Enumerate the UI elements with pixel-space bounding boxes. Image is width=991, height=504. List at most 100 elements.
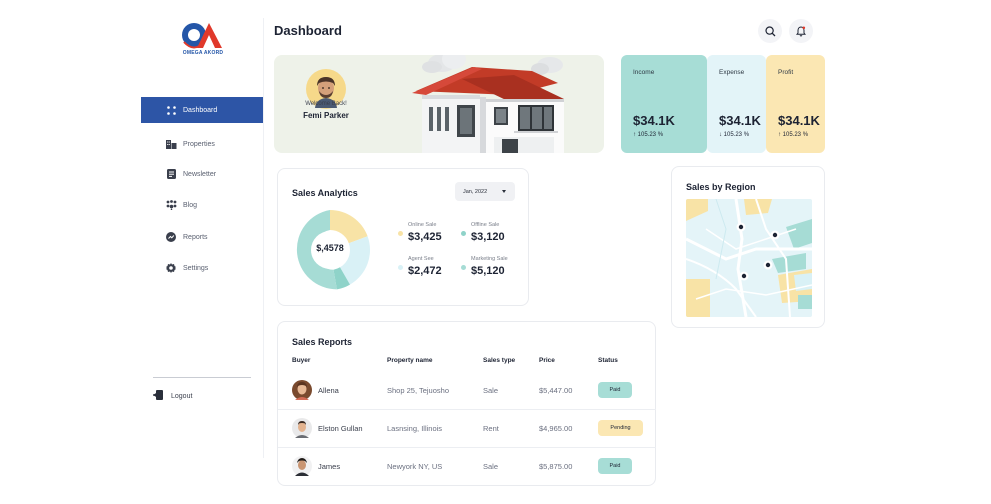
logout-icon — [153, 390, 165, 402]
buyer-name: James — [318, 461, 341, 471]
legend-value: $3,425 — [408, 231, 442, 243]
stat-change: ↓ 105.23 % — [719, 132, 750, 138]
brand-name: OMEGA AKORD — [182, 50, 224, 56]
sidebar-item-settings[interactable]: Settings — [141, 255, 263, 281]
legend-label: Online Sale — [408, 222, 437, 228]
table-row[interactable]: James Newyork NY, US Sale $5,875.00 Paid — [278, 447, 656, 485]
newsletter-icon — [165, 168, 177, 180]
stat-label: Profit — [778, 69, 794, 76]
period-value: Jan, 2022 — [463, 188, 488, 195]
stat-label: Income — [633, 69, 655, 76]
card-title: Sales Analytics — [292, 188, 358, 198]
buyer-cell: James — [292, 456, 340, 476]
donut-total: $,4578 — [316, 243, 344, 253]
sidebar-item-label: Dashboard — [183, 106, 218, 114]
logout-button[interactable]: Logout — [153, 390, 192, 402]
region-map[interactable] — [686, 199, 812, 317]
sidebar-item-blog[interactable]: Blog — [141, 192, 263, 218]
sidebar-item-dashboard[interactable]: Dashboard — [141, 97, 263, 123]
income-card: Income $34.1K ↑ 105.23 % — [621, 55, 707, 153]
column-header: Property name — [387, 357, 433, 364]
buyer-avatar — [292, 380, 312, 400]
stat-value: $34.1K — [778, 113, 820, 128]
logout-label: Logout — [171, 392, 193, 400]
sales-by-region-card: Sales by Region — [671, 166, 825, 328]
profit-card: Profit $34.1K ↑ 105.23 % — [766, 55, 825, 153]
card-title: Sales Reports — [292, 337, 353, 347]
map-pin[interactable] — [770, 230, 780, 240]
sidebar-item-newsletter[interactable]: Newsletter — [141, 161, 263, 187]
legend-dot — [398, 265, 403, 270]
price-cell: $5,875.00 — [539, 462, 573, 471]
buyer-avatar — [292, 418, 312, 438]
buyer-cell: Allena — [292, 380, 339, 400]
notifications-button[interactable] — [789, 19, 813, 43]
stat-change: ↑ 105.23 % — [633, 132, 664, 138]
stat-value: $34.1K — [633, 113, 675, 128]
legend-label: Offline Sale — [471, 222, 500, 228]
card-title: Sales by Region — [686, 182, 756, 192]
grid-icon — [165, 104, 177, 116]
gear-icon — [165, 262, 177, 274]
legend-dot — [461, 265, 466, 270]
blog-icon — [165, 199, 177, 211]
sidebar-item-reports[interactable]: Reports — [141, 224, 263, 250]
column-header: Status — [598, 357, 618, 364]
search-icon — [764, 25, 775, 36]
status-badge: Pending — [598, 420, 643, 436]
chevron-down-icon — [502, 190, 506, 193]
buyer-cell: Elston Gullan — [292, 418, 363, 438]
legend-label: Agent See — [408, 256, 434, 262]
user-name: Femi Parker — [303, 111, 349, 120]
stat-value: $34.1K — [719, 113, 761, 128]
search-button[interactable] — [758, 19, 782, 43]
table-row[interactable]: Elston Gullan Lasnsing, Illinois Rent $4… — [278, 409, 656, 447]
sidebar-border — [263, 18, 264, 458]
column-header: Buyer — [292, 357, 311, 364]
sales-reports-card: Sales Reports Buyer Property name Sales … — [277, 321, 656, 486]
status-badge: Paid — [598, 458, 632, 474]
legend-dot — [398, 231, 403, 236]
property-cell: Newyork NY, US — [387, 462, 443, 471]
price-cell: $5,447.00 — [539, 386, 573, 395]
map-pin[interactable] — [736, 222, 746, 232]
legend-label: Marketing Sale — [471, 256, 508, 262]
sidebar-item-properties[interactable]: Properties — [141, 131, 263, 157]
map-pin[interactable] — [739, 271, 749, 281]
status-badge: Paid — [598, 382, 632, 398]
legend-value: $5,120 — [471, 265, 505, 277]
stat-change: ↑ 105.23 % — [778, 132, 809, 138]
expense-card: Expense $34.1K ↓ 105.23 % — [707, 55, 766, 153]
sidebar-divider — [153, 377, 251, 378]
property-cell: Shop 25, Tejuosho — [387, 386, 449, 395]
column-header: Sales type — [483, 357, 516, 364]
sidebar-item-label: Newsletter — [183, 170, 217, 178]
arrow-down-icon: ↓ — [719, 132, 722, 138]
sidebar-item-label: Reports — [183, 233, 208, 241]
buyer-name: Elston Gullan — [318, 423, 363, 433]
building-icon — [165, 138, 177, 150]
price-cell: $4,965.00 — [539, 424, 573, 433]
sidebar-item-label: Properties — [183, 140, 215, 148]
legend-value: $3,120 — [471, 231, 505, 243]
sidebar: OMEGA AKORD Dashboard Properties Newslet… — [0, 0, 264, 504]
table-row[interactable]: Allena Shop 25, Tejuosho Sale $5,447.00 … — [278, 371, 656, 409]
welcome-greeting: Welcome Back! — [305, 101, 347, 107]
sidebar-item-label: Settings — [183, 264, 209, 272]
sales-type-cell: Sale — [483, 462, 499, 471]
stat-label: Expense — [719, 69, 745, 76]
period-select[interactable]: Jan, 2022 — [455, 182, 515, 201]
house-illustration — [412, 55, 564, 153]
arrow-up-icon: ↑ — [633, 132, 636, 138]
welcome-banner: Welcome Back! Femi Parker — [274, 55, 604, 153]
reports-icon — [165, 231, 177, 243]
sales-analytics-card: Sales Analytics Jan, 2022 $,4578 Online … — [277, 168, 529, 306]
sales-type-cell: Sale — [483, 386, 499, 395]
map-pin[interactable] — [763, 260, 773, 270]
sidebar-item-label: Blog — [183, 201, 198, 209]
buyer-avatar — [292, 456, 312, 476]
sales-type-cell: Rent — [483, 424, 499, 433]
buyer-name: Allena — [318, 385, 339, 395]
column-header: Price — [539, 357, 555, 364]
property-cell: Lasnsing, Illinois — [387, 424, 443, 433]
